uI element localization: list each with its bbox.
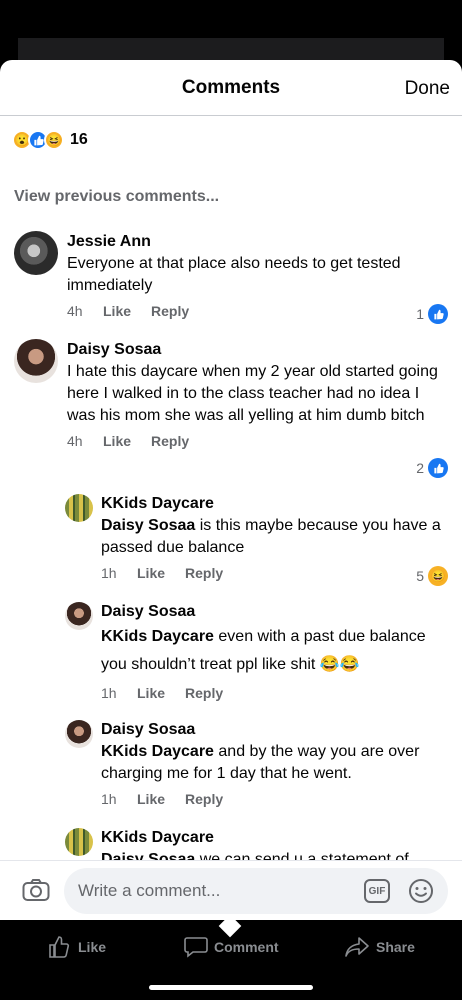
comment: Daisy Sosaa I hate this daycare when my …	[67, 339, 447, 451]
reaction-number: 2	[416, 460, 424, 476]
reply-button[interactable]: Reply	[151, 433, 189, 449]
reply-text: KKids Daycare even with a past due balan…	[101, 623, 451, 679]
reply-actions: 1h Like Reply	[101, 789, 451, 809]
comment-author[interactable]: Daisy Sosaa	[67, 339, 447, 361]
comment-action-label: Comment	[214, 939, 279, 955]
reply-time: 1h	[101, 685, 117, 701]
reply-reaction-count[interactable]: 5 😆	[416, 566, 448, 586]
gif-button[interactable]: GIF	[364, 879, 390, 903]
reply-author[interactable]: KKids Daycare	[101, 827, 451, 849]
mention-link[interactable]: KKids Daycare	[101, 743, 214, 760]
like-button[interactable]: Like	[103, 433, 131, 449]
comments-sheet: Comments Done 😮 😆 16 View previous comme…	[0, 60, 462, 920]
like-icon	[428, 458, 448, 478]
reply: KKids Daycare Daisy Sosaa is this maybe …	[101, 493, 451, 583]
comment-author[interactable]: Jessie Ann	[67, 231, 447, 253]
comments-header: Comments Done	[0, 60, 462, 116]
reply-author[interactable]: Daisy Sosaa	[101, 719, 451, 741]
comment-input[interactable]: Write a comment... GIF	[64, 868, 448, 914]
avatar[interactable]	[65, 828, 93, 856]
avatar[interactable]	[65, 494, 93, 522]
reply-button[interactable]: Reply	[185, 791, 223, 807]
comment-time: 4h	[67, 433, 83, 449]
avatar[interactable]	[65, 602, 93, 630]
reply-button[interactable]: Reply	[185, 565, 223, 581]
comment-action[interactable]: Comment	[184, 936, 279, 958]
reply-button[interactable]: Reply	[185, 685, 223, 701]
camera-icon[interactable]	[22, 878, 50, 902]
reply-actions: 1h Like Reply	[101, 683, 451, 703]
comment-text: I hate this daycare when my 2 year old s…	[67, 363, 438, 424]
reply-text: KKids Daycare and by the way you are ove…	[101, 741, 451, 785]
comment-reaction-count[interactable]: 2	[416, 458, 448, 478]
reply-time: 1h	[101, 565, 117, 581]
avatar[interactable]	[14, 339, 58, 383]
like-button[interactable]: Like	[137, 685, 165, 701]
comment-actions: 4h Like Reply	[67, 301, 447, 321]
reply: Daisy Sosaa KKids Daycare even with a pa…	[101, 601, 451, 703]
comment-input-placeholder: Write a comment...	[78, 881, 221, 900]
reply-author[interactable]: Daisy Sosaa	[101, 601, 451, 623]
mention-link[interactable]: KKids Daycare	[101, 628, 214, 645]
emoji-icon[interactable]	[408, 878, 434, 904]
reaction-count: 16	[70, 131, 88, 148]
thumbs-up-icon	[49, 936, 70, 958]
avatar[interactable]	[14, 231, 58, 275]
reaction-summary[interactable]: 😮 😆 16	[12, 128, 88, 152]
comment-text: Everyone at that place also needs to get…	[67, 255, 401, 294]
haha-icon: 😆	[44, 130, 64, 150]
view-previous-comments-link[interactable]: View previous comments...	[14, 188, 219, 206]
reply-button[interactable]: Reply	[151, 303, 189, 319]
reply: Daisy Sosaa KKids Daycare and by the way…	[101, 719, 451, 809]
reaction-number: 5	[416, 568, 424, 584]
like-action-label: Like	[78, 939, 107, 955]
like-action[interactable]: Like	[48, 936, 106, 958]
reply-time: 1h	[101, 791, 117, 807]
reaction-number: 1	[416, 306, 424, 322]
share-arrow-icon	[345, 937, 369, 957]
mention-link[interactable]: Daisy Sosaa	[101, 517, 195, 534]
comment-reaction-count[interactable]: 1	[416, 304, 448, 324]
share-action[interactable]: Share	[344, 936, 415, 958]
haha-icon: 😆	[428, 566, 448, 586]
share-action-label: Share	[376, 939, 415, 955]
done-button[interactable]: Done	[405, 78, 450, 100]
avatar[interactable]	[65, 720, 93, 748]
like-button[interactable]: Like	[103, 303, 131, 319]
reply-author[interactable]: KKids Daycare	[101, 493, 451, 515]
reply-actions: 1h Like Reply	[101, 563, 451, 583]
comment-bubble-icon	[184, 937, 208, 958]
like-icon	[428, 304, 448, 324]
comment: Jessie Ann Everyone at that place also n…	[67, 231, 447, 321]
home-indicator[interactable]	[149, 985, 313, 990]
like-button[interactable]: Like	[137, 565, 165, 581]
comment-actions: 4h Like Reply	[67, 431, 447, 451]
comment-time: 4h	[67, 303, 83, 319]
page-title: Comments	[181, 77, 281, 98]
reply-text: Daisy Sosaa is this maybe because you ha…	[101, 515, 451, 559]
like-button[interactable]: Like	[137, 791, 165, 807]
